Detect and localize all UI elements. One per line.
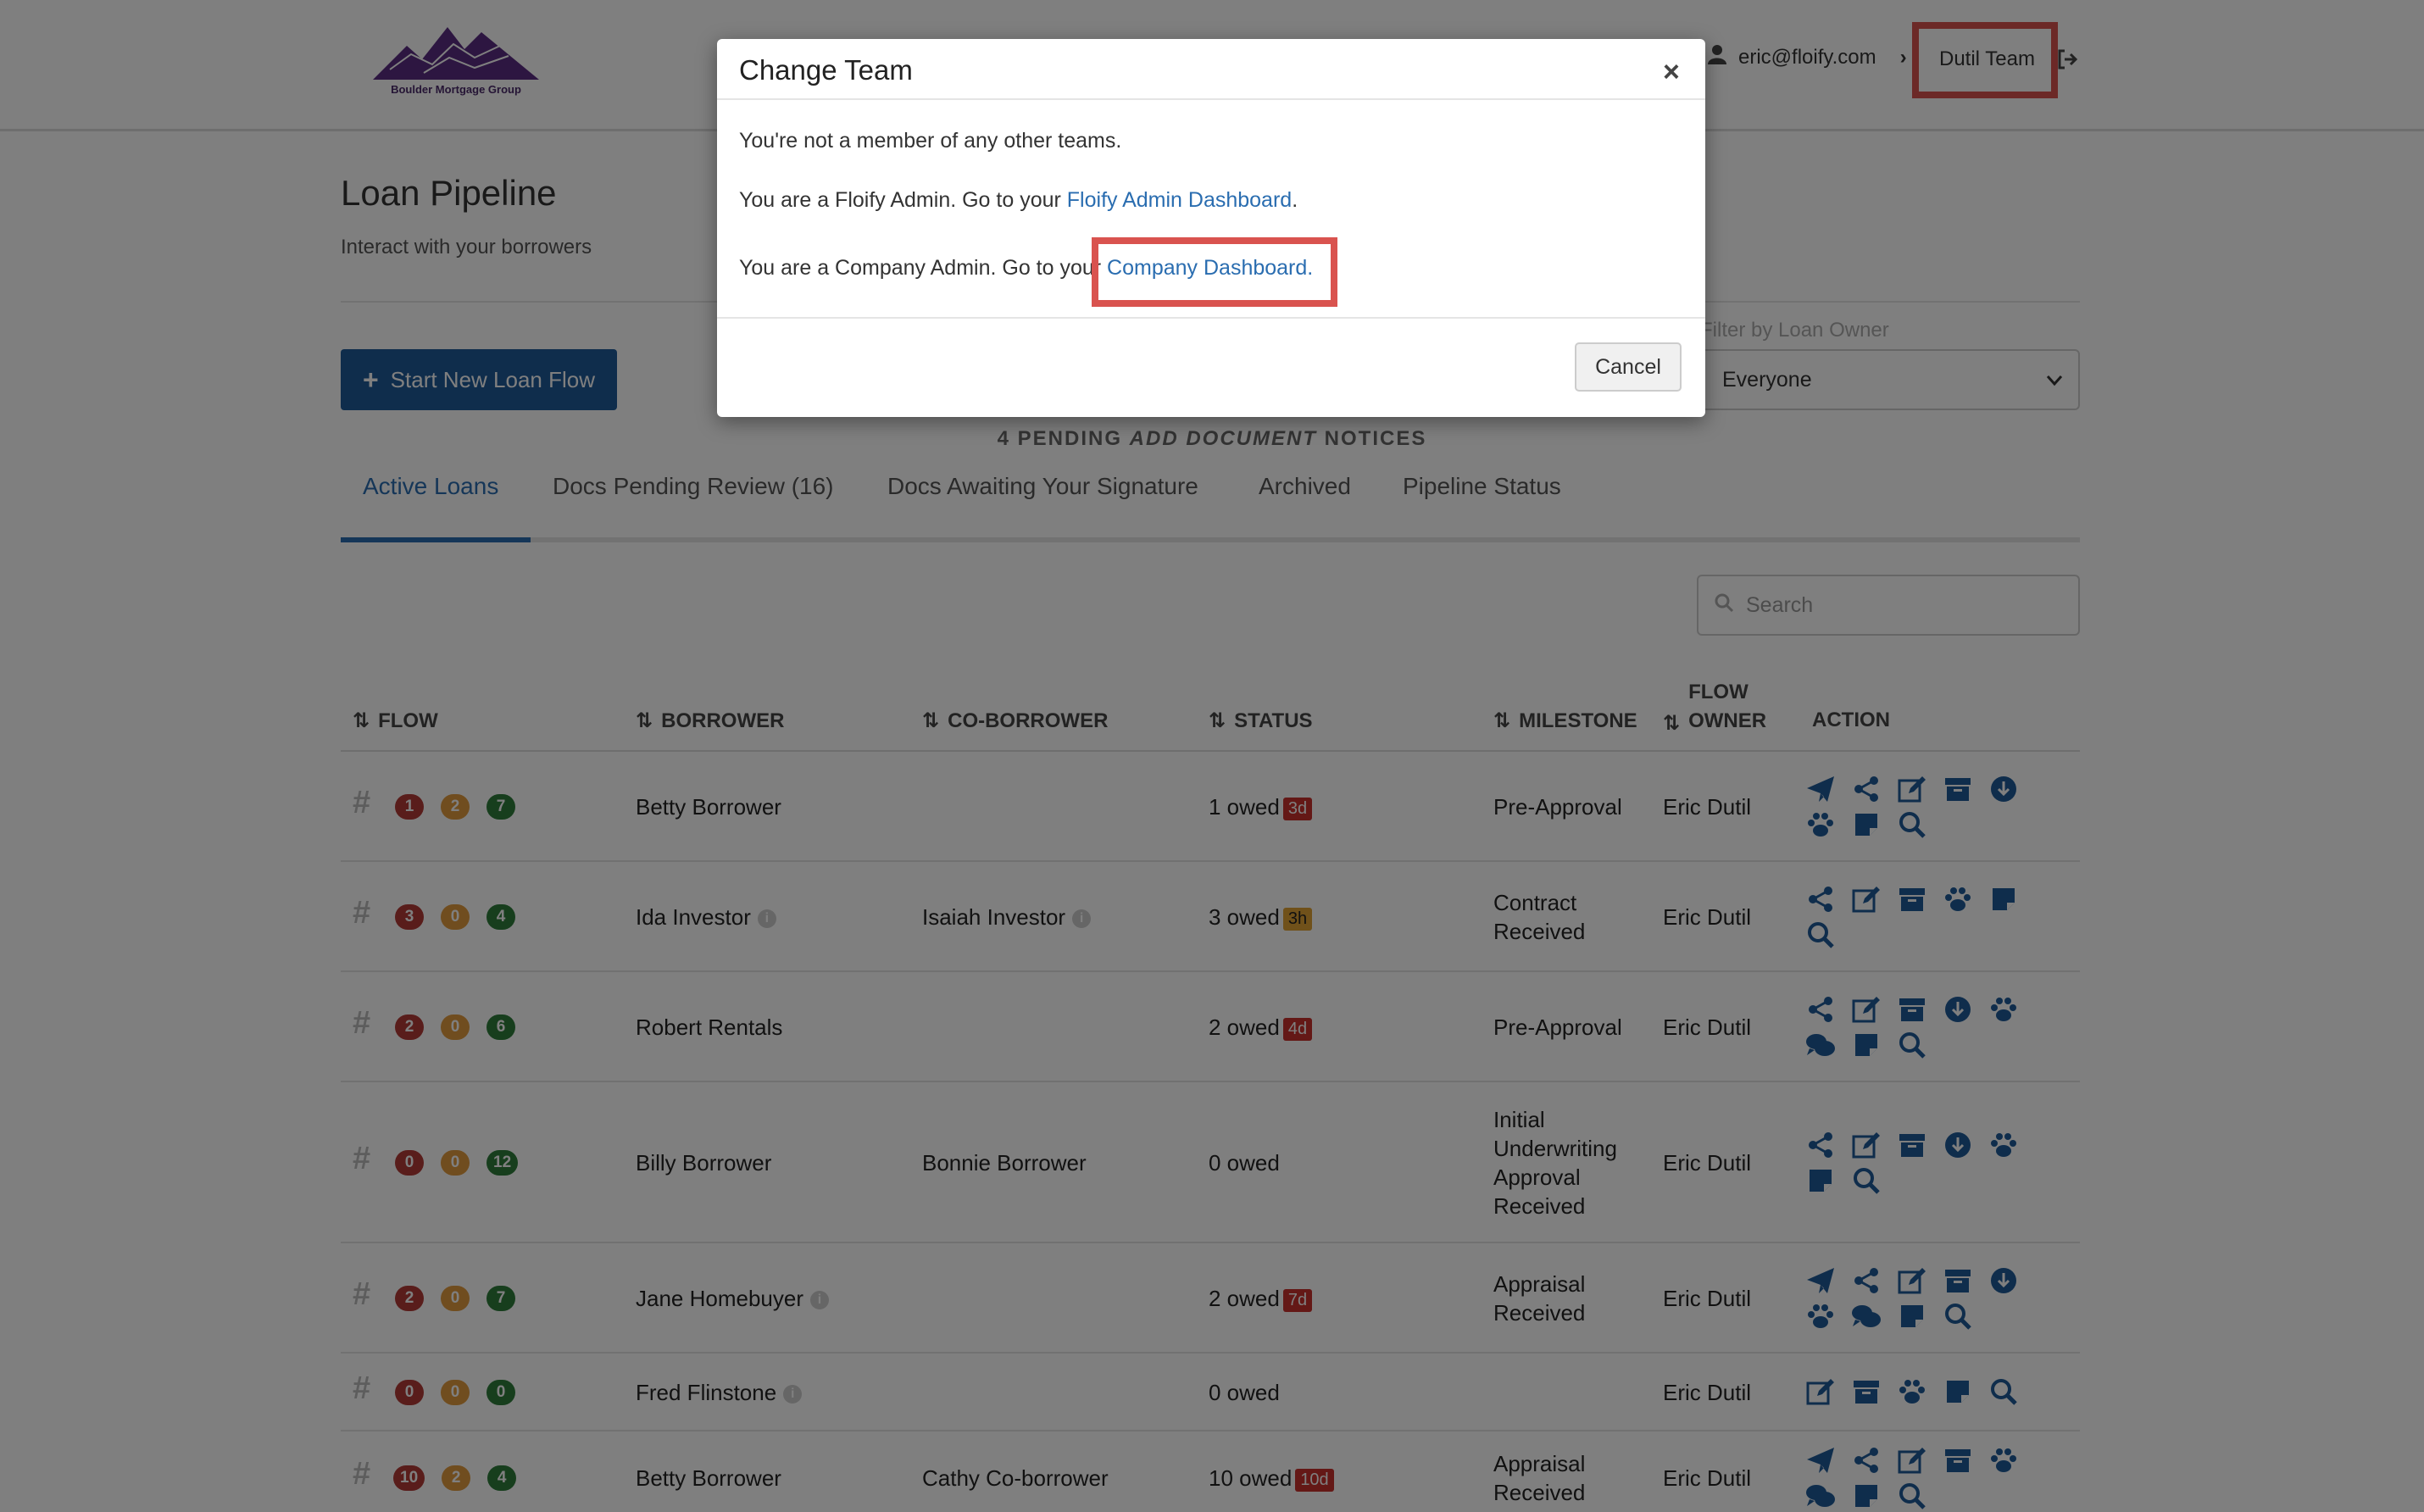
modal-header-divider <box>717 98 1705 100</box>
close-icon[interactable]: × <box>1663 56 1680 89</box>
company-admin-prefix: You are a Company Admin. Go to your <box>739 256 1108 280</box>
cancel-button[interactable]: Cancel <box>1575 342 1682 392</box>
floify-admin-prefix: You are a Floify Admin. Go to your <box>739 188 1067 212</box>
change-team-modal: Change Team × You're not a member of any… <box>717 39 1705 417</box>
modal-footer-divider <box>717 317 1705 319</box>
modal-title: Change Team <box>739 54 913 86</box>
modal-floify-admin-text: You are a Floify Admin. Go to your Floif… <box>739 188 1298 213</box>
highlight-company-dashboard-box <box>1092 237 1337 307</box>
floify-admin-suffix: . <box>1292 188 1298 212</box>
floify-admin-dashboard-link[interactable]: Floify Admin Dashboard <box>1067 188 1292 212</box>
modal-no-teams-text: You're not a member of any other teams. <box>739 129 1122 153</box>
